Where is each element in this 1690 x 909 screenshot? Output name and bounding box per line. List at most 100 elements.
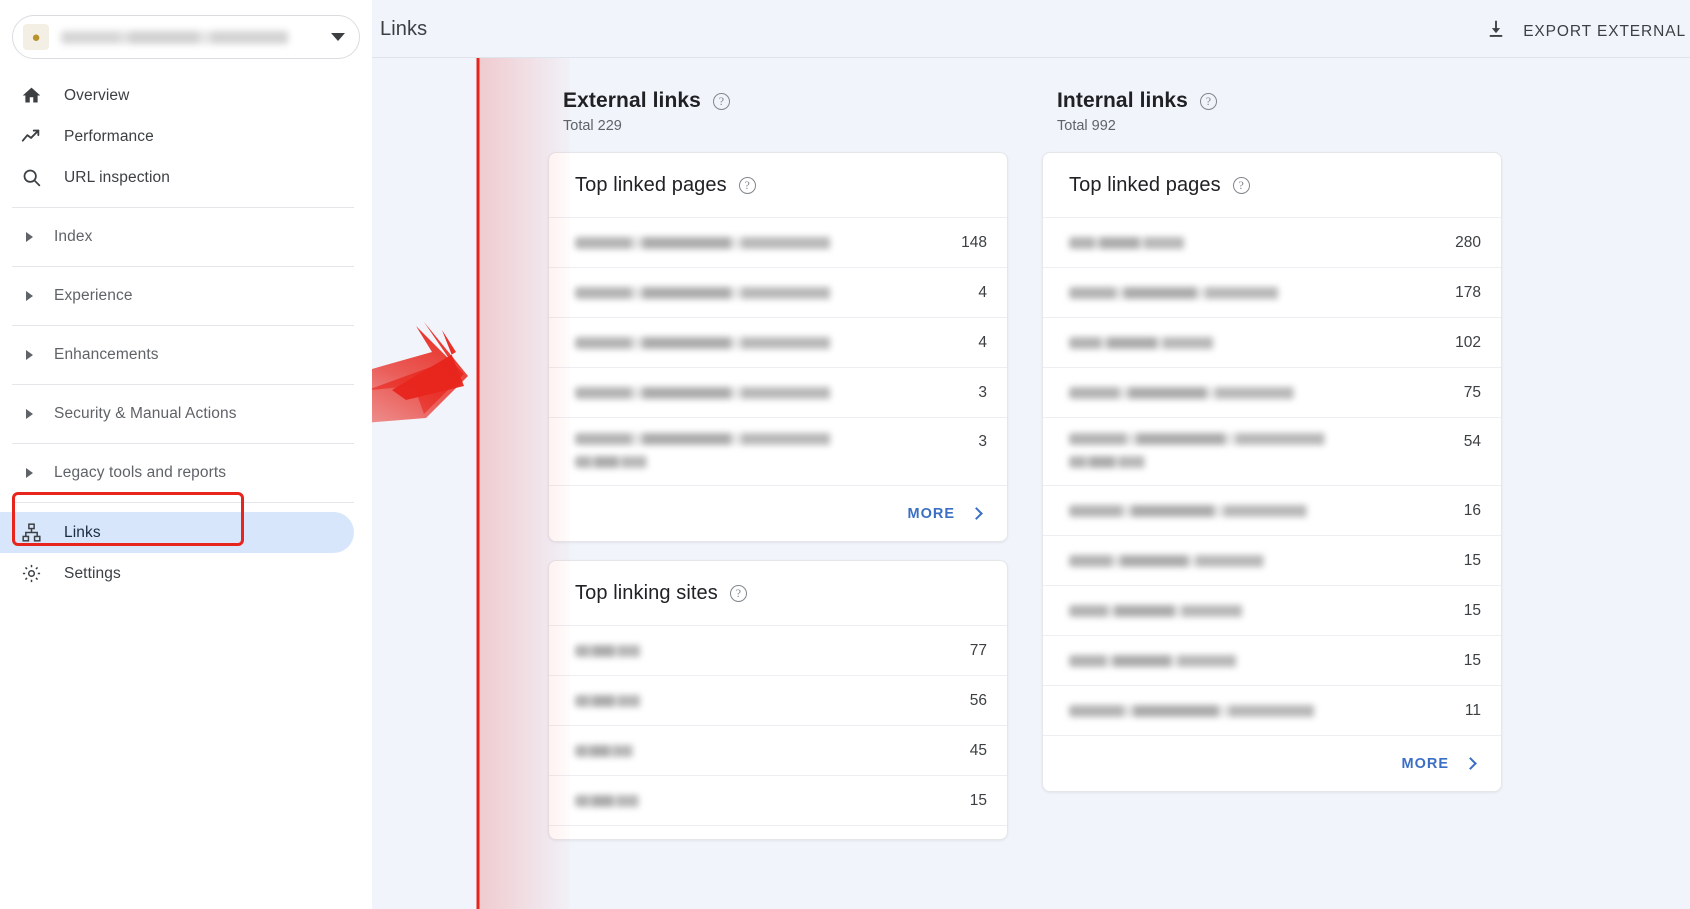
table-row[interactable]: 4 <box>549 317 1007 367</box>
table-row[interactable]: 56 <box>549 675 1007 725</box>
linked-page-url-redacted <box>1069 554 1339 567</box>
table-row[interactable]: 280 <box>1043 217 1501 267</box>
link-count: 148 <box>961 233 987 251</box>
table-row[interactable] <box>549 825 1007 839</box>
card-title: Top linked pages <box>1069 174 1221 196</box>
linking-site-redacted <box>575 694 665 707</box>
table-row[interactable]: 3 <box>549 367 1007 417</box>
sidebar-group-label: Index <box>54 228 93 245</box>
internal-top-linked-pages-more-button[interactable]: MORE <box>1043 735 1501 791</box>
search-console-links-page: ● Overview Performance URL inspection In… <box>0 0 1690 909</box>
sidebar-item-label: Overview <box>64 86 130 104</box>
external-top-linked-pages-more-button[interactable]: MORE <box>549 485 1007 541</box>
external-top-linked-pages-card: Top linked pages ? 148 4 4 3 3 MORE <box>548 152 1008 542</box>
sidebar-divider <box>12 266 354 267</box>
sidebar-item-url-inspection[interactable]: URL inspection <box>0 157 354 198</box>
table-row[interactable]: 102 <box>1043 317 1501 367</box>
link-count: 77 <box>969 641 987 659</box>
linked-page-url-redacted <box>1069 286 1359 299</box>
sidebar-divider <box>12 502 354 503</box>
sidebar-group-legacy-tools-and-reports[interactable]: Legacy tools and reports <box>0 453 354 493</box>
linked-page-url-redacted <box>1069 504 1399 517</box>
sidebar-item-label: Performance <box>64 127 154 145</box>
sidebar: ● Overview Performance URL inspection In… <box>0 0 372 909</box>
table-row[interactable]: 15 <box>1043 535 1501 585</box>
linked-page-url-redacted <box>575 286 929 299</box>
table-row[interactable]: 16 <box>1043 485 1501 535</box>
table-row[interactable]: 15 <box>549 775 1007 825</box>
sidebar-group-security-manual-actions[interactable]: Security & Manual Actions <box>0 394 354 434</box>
property-name-redacted <box>61 30 325 44</box>
linked-page-url-redacted <box>575 236 929 249</box>
sidebar-item-overview[interactable]: Overview <box>0 75 354 116</box>
linked-page-url-redacted <box>575 336 929 349</box>
sidebar-group-enhancements[interactable]: Enhancements <box>0 335 354 375</box>
table-row[interactable]: 11 <box>1043 685 1501 735</box>
help-circle-icon[interactable]: ? <box>1199 92 1217 110</box>
expand-triangle-icon <box>21 350 37 360</box>
help-circle-icon[interactable]: ? <box>738 177 756 194</box>
trending-up-icon <box>18 126 44 148</box>
table-row[interactable]: 54 <box>1043 417 1501 485</box>
link-count: 45 <box>969 741 987 759</box>
table-row[interactable]: 15 <box>1043 635 1501 685</box>
linked-page-url-redacted <box>1069 654 1301 667</box>
table-row[interactable]: 45 <box>549 725 1007 775</box>
chevron-down-icon[interactable] <box>331 33 345 41</box>
table-row[interactable]: 178 <box>1043 267 1501 317</box>
link-count: 15 <box>1463 651 1481 669</box>
help-circle-icon[interactable]: ? <box>1232 177 1250 194</box>
link-count: 4 <box>978 333 987 351</box>
chevron-right-icon <box>1464 757 1477 770</box>
link-count: 4 <box>978 283 987 301</box>
site-favicon: ● <box>23 24 49 50</box>
table-row[interactable]: 3 <box>549 417 1007 485</box>
link-count: 15 <box>969 791 987 809</box>
links-columns: External links ? Total 229 Top linked pa… <box>372 58 1690 909</box>
sidebar-nav: Overview Performance URL inspection Inde… <box>0 75 372 594</box>
sidebar-item-label: Links <box>64 523 101 541</box>
linked-page-url-redacted <box>1069 236 1229 249</box>
internal-links-column: Internal links ? Total 992 Top linked pa… <box>1042 58 1502 909</box>
export-external-button[interactable]: EXPORT EXTERNAL <box>1475 12 1690 51</box>
sidebar-item-links[interactable]: Links <box>0 512 354 553</box>
table-row[interactable]: 75 <box>1043 367 1501 417</box>
linking-site-redacted <box>575 644 665 657</box>
table-row[interactable]: 77 <box>549 625 1007 675</box>
external-links-title: External links <box>563 89 701 112</box>
help-circle-icon[interactable]: ? <box>729 585 747 602</box>
link-count: 280 <box>1455 233 1481 251</box>
expand-triangle-icon <box>21 468 37 478</box>
sidebar-divider <box>12 207 354 208</box>
linking-site-redacted <box>575 794 663 807</box>
linked-page-url-redacted-wrap <box>575 456 675 468</box>
table-row[interactable]: 15 <box>1043 585 1501 635</box>
external-top-linking-sites-card: Top linking sites ? 77 56 45 15 <box>548 560 1008 840</box>
sidebar-item-label: URL inspection <box>64 168 170 186</box>
sidebar-item-performance[interactable]: Performance <box>0 116 354 157</box>
sidebar-group-experience[interactable]: Experience <box>0 276 354 316</box>
internal-top-linked-pages-card: Top linked pages ? 280 178 102 75 54 16 … <box>1042 152 1502 792</box>
expand-triangle-icon <box>21 409 37 419</box>
sidebar-group-label: Security & Manual Actions <box>54 405 237 422</box>
sidebar-item-label: Settings <box>64 564 121 582</box>
property-selector[interactable]: ● <box>12 15 360 59</box>
linked-page-url-redacted <box>575 386 929 399</box>
external-links-column: External links ? Total 229 Top linked pa… <box>548 58 1008 909</box>
links-hierarchy-icon <box>18 522 44 543</box>
more-label: MORE <box>1401 755 1449 772</box>
download-icon <box>1485 18 1507 45</box>
page-title: Links <box>380 17 428 40</box>
link-count: 56 <box>969 691 987 709</box>
page-header: Links EXPORT EXTERNAL <box>372 0 1690 58</box>
help-circle-icon[interactable]: ? <box>712 92 730 110</box>
table-row[interactable]: 148 <box>549 217 1007 267</box>
search-icon <box>18 167 44 188</box>
sidebar-group-index[interactable]: Index <box>0 217 354 257</box>
more-label: MORE <box>907 505 955 522</box>
sidebar-item-settings[interactable]: Settings <box>0 553 354 594</box>
linked-page-url-redacted <box>575 433 929 445</box>
table-row[interactable]: 4 <box>549 267 1007 317</box>
sidebar-group-label: Experience <box>54 287 133 304</box>
link-count: 3 <box>978 433 987 450</box>
